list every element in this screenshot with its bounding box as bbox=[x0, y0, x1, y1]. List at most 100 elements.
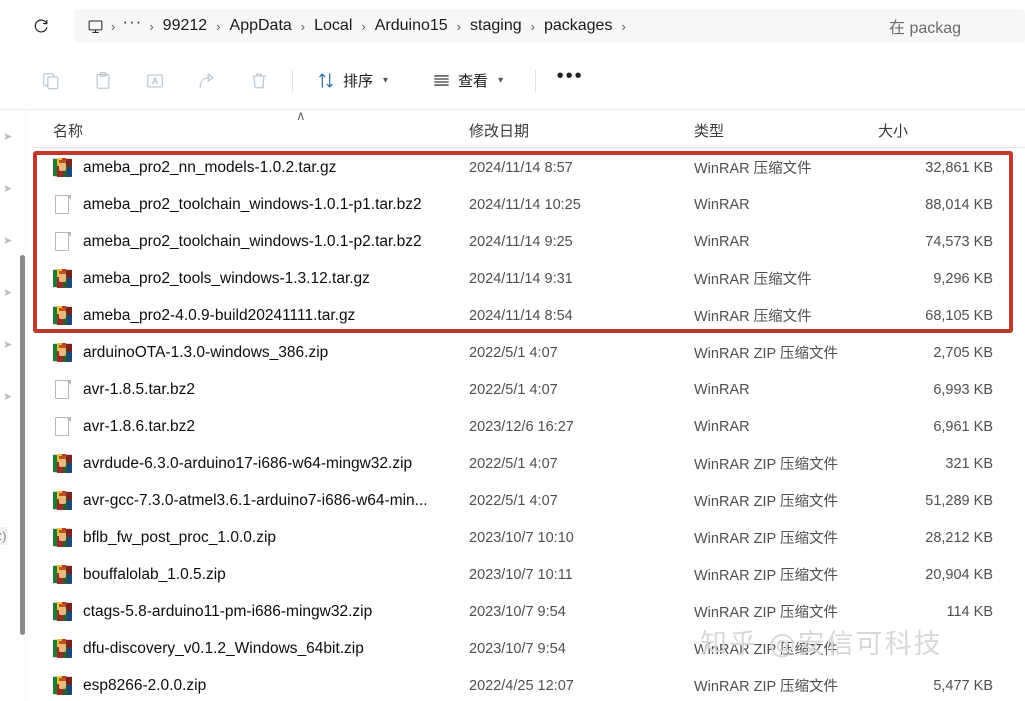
toolbar-divider bbox=[535, 69, 537, 92]
chevron-right-icon[interactable]: ➤ bbox=[3, 182, 15, 195]
file-name-cell[interactable]: avrdude-6.3.0-arduino17-i686-w64-mingw32… bbox=[53, 454, 412, 473]
chevron-right-icon[interactable]: ➤ bbox=[3, 130, 15, 143]
column-header-type[interactable]: 类型 bbox=[694, 120, 724, 141]
file-date-cell: 2022/5/1 4:07 bbox=[469, 344, 558, 361]
chevron-right-icon[interactable]: ➤ bbox=[3, 234, 15, 247]
file-name-cell[interactable]: ameba_pro2_nn_models-1.0.2.tar.gz bbox=[53, 158, 336, 177]
file-size-cell: 6,993 KB bbox=[933, 381, 993, 398]
file-icon bbox=[53, 380, 72, 399]
file-size-cell: 114 KB bbox=[946, 603, 994, 620]
refresh-icon[interactable] bbox=[24, 9, 58, 43]
file-name-cell[interactable]: ameba_pro2_tools_windows-1.3.12.tar.gz bbox=[53, 269, 370, 288]
file-row[interactable]: arduinoOTA-1.3.0-windows_386.zip 2022/5/1… bbox=[33, 334, 1025, 371]
file-type-cell: WinRAR bbox=[694, 196, 750, 213]
file-date-cell: 2024/11/14 8:54 bbox=[469, 307, 573, 324]
file-name-cell[interactable]: bflb_fw_post_proc_1.0.0.zip bbox=[53, 528, 276, 547]
file-date-cell: 2022/5/1 4:07 bbox=[469, 455, 558, 472]
file-type-cell: WinRAR 压缩文件 bbox=[694, 272, 812, 288]
file-date-cell: 2023/10/7 9:54 bbox=[469, 640, 566, 657]
winrar-archive-icon bbox=[53, 676, 72, 695]
file-row[interactable]: ctags-5.8-arduino11-pm-i686-mingw32.zip 2… bbox=[33, 593, 1025, 630]
file-name-cell[interactable]: ameba_pro2-4.0.9-build20241111.tar.gz bbox=[53, 306, 355, 325]
file-row[interactable]: avr-1.8.5.tar.bz2 2022/5/1 4:07 WinRAR 6,99… bbox=[33, 371, 1025, 408]
file-row[interactable]: ameba_pro2_tools_windows-1.3.12.tar.gz 20… bbox=[33, 260, 1025, 297]
file-icon bbox=[53, 195, 72, 214]
file-row[interactable]: avr-1.8.6.tar.bz2 2023/12/6 16:27 WinRAR 6,… bbox=[33, 408, 1025, 445]
sort-button-label: 排序 bbox=[343, 73, 374, 90]
file-date-cell: 2024/11/14 9:25 bbox=[469, 233, 573, 250]
rename-icon[interactable] bbox=[136, 64, 174, 98]
file-name-cell[interactable]: avr-1.8.5.tar.bz2 bbox=[53, 380, 195, 399]
breadcrumb-item-2[interactable]: Local bbox=[306, 14, 360, 38]
search-input[interactable]: 在 packag bbox=[875, 9, 1025, 43]
file-name-cell[interactable]: esp8266-2.0.0.zip bbox=[53, 676, 206, 695]
file-date-cell: 2022/5/1 4:07 bbox=[469, 381, 558, 398]
chevron-right-icon[interactable]: ➤ bbox=[3, 338, 15, 351]
file-name-label: avrdude-6.3.0-arduino17-i686-w64-mingw32… bbox=[83, 454, 413, 472]
this-pc-icon[interactable] bbox=[80, 12, 110, 40]
file-name-cell[interactable]: ameba_pro2_toolchain_windows-1.0.1-p2.ta… bbox=[53, 232, 422, 251]
winrar-archive-icon bbox=[53, 491, 72, 510]
winrar-archive-icon bbox=[53, 639, 72, 658]
file-name-cell[interactable]: bouffalolab_1.0.5.zip bbox=[53, 565, 226, 584]
winrar-archive-icon bbox=[53, 528, 72, 547]
copy-icon[interactable] bbox=[32, 64, 70, 98]
file-row[interactable]: bouffalolab_1.0.5.zip 2023/10/7 10:11 WinR… bbox=[33, 556, 1025, 593]
file-row[interactable]: esp8266-2.0.0.zip 2022/4/25 12:07 WinRAR Z… bbox=[33, 667, 1025, 701]
breadcrumb-item-5[interactable]: packages bbox=[536, 14, 621, 38]
file-name-cell[interactable]: ameba_pro2_toolchain_windows-1.0.1-p1.ta… bbox=[53, 195, 422, 214]
nav-pane-scrollbar-thumb[interactable] bbox=[20, 255, 25, 635]
file-name-cell[interactable]: ctags-5.8-arduino11-pm-i686-mingw32.zip bbox=[53, 602, 372, 621]
more-options-button[interactable]: ••• bbox=[550, 65, 590, 97]
file-row[interactable]: avrdude-6.3.0-arduino17-i686-w64-mingw32… bbox=[33, 445, 1025, 482]
file-name-label: ameba_pro2_tools_windows-1.3.12.tar.gz bbox=[83, 269, 370, 287]
file-date-cell: 2024/11/14 10:25 bbox=[469, 196, 581, 213]
file-size-cell: 88,014 KB bbox=[925, 196, 993, 213]
column-header-date-modified[interactable]: 修改日期 bbox=[469, 120, 529, 141]
file-size-cell: 20,904 KB bbox=[925, 566, 993, 583]
column-header-name[interactable]: 名称 bbox=[53, 120, 83, 141]
breadcrumb-item-3[interactable]: Arduino15 bbox=[367, 14, 456, 38]
file-row[interactable]: bflb_fw_post_proc_1.0.0.zip 2023/10/7 10:… bbox=[33, 519, 1025, 556]
file-size-cell: 32,861 KB bbox=[925, 159, 993, 176]
file-date-cell: 2024/11/14 8:57 bbox=[469, 159, 573, 176]
breadcrumb-item-1[interactable]: AppData bbox=[222, 14, 300, 38]
share-icon[interactable] bbox=[188, 64, 226, 98]
file-list[interactable]: ameba_pro2_nn_models-1.0.2.tar.gz 2024/11… bbox=[33, 149, 1025, 701]
file-date-cell: 2022/4/25 12:07 bbox=[469, 677, 574, 694]
file-name-label: ameba_pro2_toolchain_windows-1.0.1-p1.ta… bbox=[83, 195, 422, 213]
search-input-text: 在 packag bbox=[889, 20, 962, 37]
file-row[interactable]: dfu-discovery_v0.1.2_Windows_64bit.zip 20… bbox=[33, 630, 1025, 667]
file-name-cell[interactable]: avr-1.8.6.tar.bz2 bbox=[53, 417, 195, 436]
sort-button[interactable]: 排序 ▾ bbox=[307, 64, 398, 98]
breadcrumb[interactable]: › ··· › 99212 › AppData › Local › Arduin… bbox=[74, 9, 954, 43]
breadcrumb-separator: › bbox=[216, 18, 221, 34]
file-name-cell[interactable]: dfu-discovery_v0.1.2_Windows_64bit.zip bbox=[53, 639, 364, 658]
file-name-label: ameba_pro2_toolchain_windows-1.0.1-p2.ta… bbox=[83, 232, 422, 250]
file-name-cell[interactable]: avr-gcc-7.3.0-atmel3.6.1-arduino7-i686-w… bbox=[53, 491, 428, 510]
file-row[interactable]: ameba_pro2_nn_models-1.0.2.tar.gz 2024/11… bbox=[33, 149, 1025, 186]
file-row[interactable]: avr-gcc-7.3.0-atmel3.6.1-arduino7-i686-w… bbox=[33, 482, 1025, 519]
file-icon bbox=[53, 232, 72, 251]
paste-icon[interactable] bbox=[84, 64, 122, 98]
file-type-cell: WinRAR ZIP 压缩文件 bbox=[694, 568, 838, 584]
file-row[interactable]: ameba_pro2_toolchain_windows-1.0.1-p2.ta… bbox=[33, 223, 1025, 260]
file-row[interactable]: ameba_pro2_toolchain_windows-1.0.1-p1.ta… bbox=[33, 186, 1025, 223]
column-header-size[interactable]: 大小 bbox=[878, 120, 908, 141]
file-size-cell: 68,105 KB bbox=[925, 307, 993, 324]
file-size-cell: 28,212 KB bbox=[925, 529, 993, 546]
breadcrumb-overflow[interactable]: ··· bbox=[116, 12, 148, 40]
file-date-cell: 2024/11/14 9:31 bbox=[469, 270, 573, 287]
chevron-right-icon[interactable]: ➤ bbox=[3, 286, 15, 299]
file-size-cell: 321 KB bbox=[945, 455, 993, 472]
toolbar-divider bbox=[292, 69, 293, 92]
winrar-archive-icon bbox=[53, 602, 72, 621]
breadcrumb-item-0[interactable]: 99212 bbox=[155, 14, 216, 38]
breadcrumb-item-4[interactable]: staging bbox=[462, 14, 530, 38]
file-name-cell[interactable]: arduinoOTA-1.3.0-windows_386.zip bbox=[53, 343, 328, 362]
file-row[interactable]: ameba_pro2-4.0.9-build20241111.tar.gz 202… bbox=[33, 297, 1025, 334]
delete-icon[interactable] bbox=[240, 64, 278, 98]
sort-ascending-icon: ∧ bbox=[296, 108, 306, 123]
view-button[interactable]: 查看 ▾ bbox=[422, 64, 513, 98]
chevron-right-icon[interactable]: ➤ bbox=[3, 390, 15, 403]
